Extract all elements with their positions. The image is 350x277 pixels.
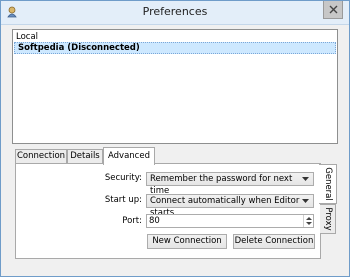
delete-connection-button[interactable]: Delete Connection (233, 234, 315, 249)
list-item[interactable]: Softpedia (Disconnected) (14, 42, 336, 54)
startup-select[interactable]: Connect automatically when Editor starts (146, 194, 314, 218)
side-tab-strip: General Proxy (319, 164, 338, 260)
tab-proxy[interactable]: Proxy (320, 204, 336, 234)
close-button[interactable] (323, 1, 343, 19)
security-value: Remember the password for next time (150, 174, 293, 196)
tab-general-label: General (322, 167, 333, 201)
port-spinner[interactable] (303, 215, 313, 227)
chevron-down-icon (302, 199, 309, 203)
list-group-local: Local (16, 32, 39, 42)
advanced-panel: Security: Remember the password for next… (15, 163, 321, 259)
port-stepper[interactable]: 80 (146, 214, 314, 228)
title-bar[interactable]: Preferences (1, 1, 349, 25)
tab-strip: Connection Details Advanced (15, 147, 335, 165)
spin-down-icon[interactable] (304, 221, 314, 227)
port-value: 80 (149, 216, 160, 226)
security-select[interactable]: Remember the password for next time (146, 172, 314, 196)
close-icon (329, 5, 338, 14)
tab-proxy-label: Proxy (322, 207, 333, 231)
tab-general[interactable]: General (319, 164, 337, 204)
tab-advanced[interactable]: Advanced (103, 147, 155, 165)
window-title: Preferences (142, 5, 208, 18)
chevron-down-icon (302, 177, 309, 181)
startup-label: Start up: (104, 195, 142, 205)
security-label: Security: (104, 173, 142, 183)
port-label: Port: (122, 216, 142, 226)
preferences-window: Preferences Local Softpedia (Disconnecte… (0, 0, 350, 277)
new-connection-button[interactable]: New Connection (147, 234, 227, 249)
tab-details[interactable]: Details (67, 149, 103, 164)
tab-connection[interactable]: Connection (15, 149, 67, 164)
connection-list[interactable]: Local Softpedia (Disconnected) (12, 29, 338, 144)
